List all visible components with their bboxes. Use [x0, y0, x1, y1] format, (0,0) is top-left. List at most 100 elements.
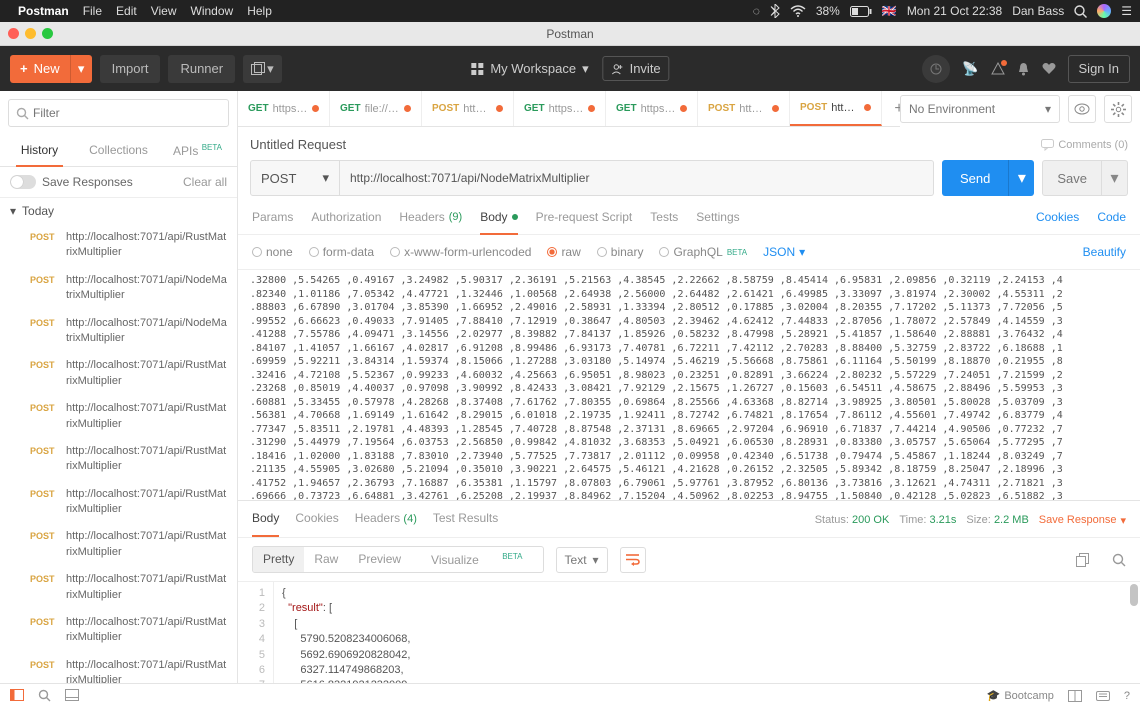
control-center-icon[interactable]: ◌: [753, 4, 760, 18]
request-tab[interactable]: GETfile:///Us...: [330, 91, 422, 126]
request-tab[interactable]: POSThttp://l...: [790, 91, 882, 126]
flag-icon[interactable]: 🇬🇧: [882, 4, 897, 18]
request-tab-settings[interactable]: Settings: [696, 210, 739, 234]
response-view-mode[interactable]: Pretty Raw Preview Visualize BETA: [252, 546, 544, 573]
history-item[interactable]: POSThttp://localhost:7071/api/RustMatrix…: [0, 224, 237, 267]
view-visualize[interactable]: Visualize BETA: [411, 547, 542, 572]
body-type-none[interactable]: none: [252, 245, 293, 259]
menu-edit[interactable]: Edit: [116, 4, 137, 18]
request-tab-headers[interactable]: Headers (9): [399, 210, 462, 234]
menu-window[interactable]: Window: [191, 4, 234, 18]
search-response-icon[interactable]: [1112, 553, 1126, 567]
wifi-icon[interactable]: [790, 5, 806, 17]
request-tab[interactable]: GEThttps://w...: [606, 91, 698, 126]
sidebar-tab-history[interactable]: History: [0, 135, 79, 166]
menu-help[interactable]: Help: [247, 4, 272, 18]
sidebar-filter-input[interactable]: [8, 99, 229, 127]
app-name[interactable]: Postman: [18, 4, 69, 18]
request-tab-params[interactable]: Params: [252, 210, 293, 234]
sync-icon[interactable]: [922, 55, 950, 83]
save-response-button[interactable]: Save Response ▾: [1039, 514, 1126, 527]
view-raw[interactable]: Raw: [304, 547, 348, 572]
close-window-button[interactable]: [8, 28, 19, 39]
settings-gear-icon[interactable]: [1104, 95, 1132, 123]
response-body-viewer[interactable]: { "result": [ [ 5790.5208234006068, 5692…: [274, 582, 410, 683]
body-type-xwww[interactable]: x-www-form-urlencoded: [390, 245, 531, 259]
response-scrollbar[interactable]: [1130, 584, 1138, 606]
cookies-link[interactable]: Cookies: [1036, 210, 1079, 234]
history-item[interactable]: POSThttp://localhost:7071/api/RustMatrix…: [0, 609, 237, 652]
request-tab-body[interactable]: Body: [480, 210, 517, 234]
request-tab-tests[interactable]: Tests: [650, 210, 678, 234]
view-preview[interactable]: Preview: [348, 547, 411, 572]
history-item[interactable]: POSThttp://localhost:7071/api/RustMatrix…: [0, 652, 237, 683]
bell-icon[interactable]: [1017, 62, 1030, 76]
request-title[interactable]: Untitled Request: [250, 137, 346, 152]
workspace-selector[interactable]: My Workspace ▾: [470, 61, 588, 77]
history-item[interactable]: POSThttp://localhost:7071/api/NodeMatrix…: [0, 267, 237, 310]
sidebar-tab-apis[interactable]: APIs BETA: [158, 135, 237, 166]
alert-icon[interactable]: [991, 62, 1005, 76]
console-icon[interactable]: [65, 689, 79, 702]
http-method-selector[interactable]: POST▾: [250, 160, 340, 196]
import-button[interactable]: Import: [100, 55, 161, 83]
history-item[interactable]: POSThttp://localhost:7071/api/NodeMatrix…: [0, 310, 237, 353]
battery-icon[interactable]: [850, 6, 872, 17]
fullscreen-window-button[interactable]: [42, 28, 53, 39]
help-icon[interactable]: ?: [1124, 690, 1130, 702]
request-tab[interactable]: POSThttp://l...: [422, 91, 514, 126]
satellite-icon[interactable]: 📡: [962, 61, 978, 77]
history-group-today[interactable]: ▾ Today: [0, 198, 237, 224]
save-dropdown[interactable]: ▾: [1102, 160, 1128, 196]
send-button[interactable]: Send: [942, 160, 1008, 196]
toggle-sidebar-icon[interactable]: [10, 689, 24, 702]
menu-view[interactable]: View: [151, 4, 177, 18]
history-item[interactable]: POSThttp://localhost:7071/api/RustMatrix…: [0, 438, 237, 481]
response-tab-headers[interactable]: Headers (4): [355, 511, 417, 529]
new-dropdown[interactable]: ▾: [70, 55, 92, 83]
minimize-window-button[interactable]: [25, 28, 36, 39]
request-tab-prerequest[interactable]: Pre-request Script: [536, 210, 633, 234]
history-item[interactable]: POSThttp://localhost:7071/api/RustMatrix…: [0, 566, 237, 609]
comments-link[interactable]: Comments (0): [1041, 139, 1128, 151]
send-dropdown[interactable]: ▾: [1008, 160, 1034, 196]
bootcamp-link[interactable]: 🎓 Bootcamp: [987, 689, 1054, 702]
copy-response-icon[interactable]: [1076, 553, 1090, 567]
response-tab-tests[interactable]: Test Results: [433, 511, 498, 529]
response-tab-body[interactable]: Body: [252, 511, 279, 529]
raw-content-type-selector[interactable]: JSON ▾: [763, 245, 805, 259]
runner-button[interactable]: Runner: [168, 55, 235, 83]
body-type-binary[interactable]: binary: [597, 245, 644, 259]
clock[interactable]: Mon 21 Oct 22:38: [907, 4, 1002, 18]
view-pretty[interactable]: Pretty: [253, 547, 304, 572]
heart-icon[interactable]: [1042, 62, 1056, 75]
environment-quicklook-icon[interactable]: [1068, 95, 1096, 123]
response-tab-cookies[interactable]: Cookies: [295, 511, 338, 529]
body-type-graphql[interactable]: GraphQL BETA: [659, 245, 747, 259]
menu-file[interactable]: File: [83, 4, 102, 18]
beautify-link[interactable]: Beautify: [1083, 245, 1126, 259]
request-tab[interactable]: GEThttps://a...: [238, 91, 330, 126]
keyboard-shortcuts-icon[interactable]: [1096, 691, 1110, 701]
two-pane-icon[interactable]: [1068, 690, 1082, 702]
code-link[interactable]: Code: [1097, 210, 1126, 234]
new-window-button[interactable]: ▾: [243, 55, 282, 83]
history-item[interactable]: POSThttp://localhost:7071/api/RustMatrix…: [0, 523, 237, 566]
save-button[interactable]: Save: [1042, 160, 1102, 196]
spotlight-icon[interactable]: [1074, 5, 1087, 18]
request-tab[interactable]: POSThttp://l...: [698, 91, 790, 126]
request-body-editor[interactable]: .32800 ,5.54265 ,0.49167 ,3.24982 ,5.903…: [238, 270, 1140, 500]
sidebar-tab-collections[interactable]: Collections: [79, 135, 158, 166]
history-item[interactable]: POSThttp://localhost:7071/api/RustMatrix…: [0, 395, 237, 438]
clear-all-link[interactable]: Clear all: [183, 175, 227, 189]
sign-in-button[interactable]: Sign In: [1068, 55, 1130, 83]
wrap-lines-icon[interactable]: [620, 547, 646, 573]
body-type-raw[interactable]: raw: [547, 245, 580, 259]
history-item[interactable]: POSThttp://localhost:7071/api/RustMatrix…: [0, 481, 237, 524]
notifications-icon[interactable]: ☰: [1121, 4, 1132, 18]
siri-icon[interactable]: [1097, 4, 1111, 18]
new-button[interactable]: +New ▾: [10, 55, 92, 83]
request-url-input[interactable]: [340, 160, 934, 196]
request-tab[interactable]: GEThttps://w...: [514, 91, 606, 126]
history-item[interactable]: POSThttp://localhost:7071/api/RustMatrix…: [0, 352, 237, 395]
